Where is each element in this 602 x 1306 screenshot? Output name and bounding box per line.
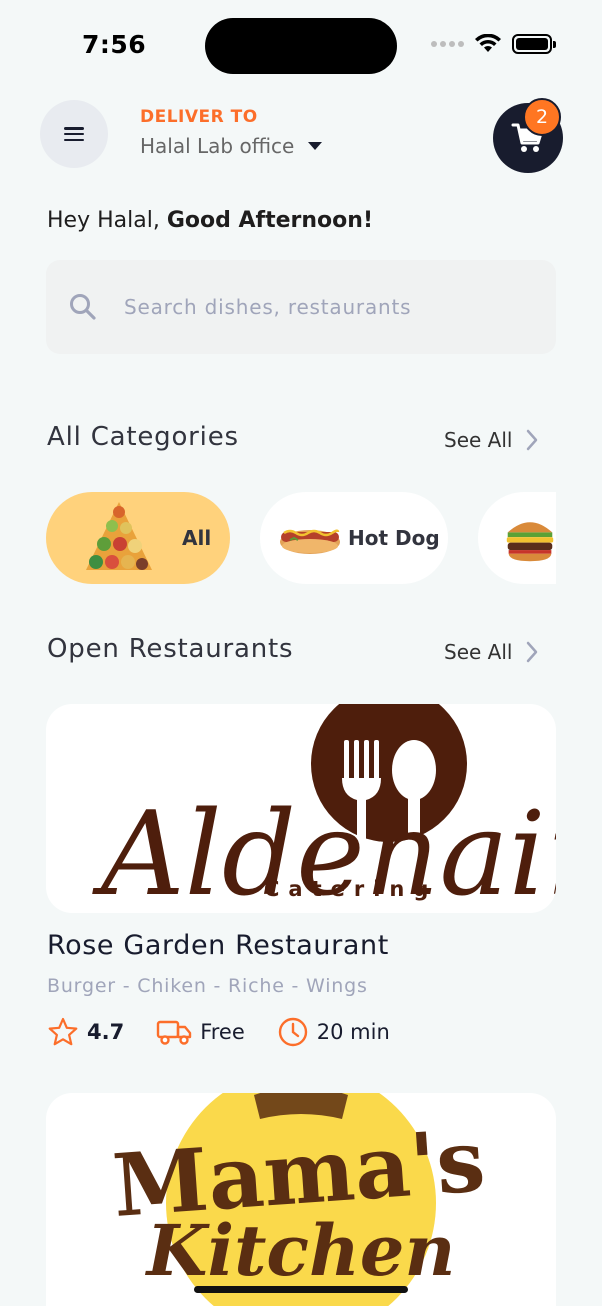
category-all[interactable]: All xyxy=(46,492,230,584)
status-time: 7:56 xyxy=(82,30,147,59)
caret-down-icon xyxy=(308,142,323,150)
chevron-right-icon xyxy=(527,429,538,451)
location-selector[interactable]: Halal Lab office xyxy=(140,134,323,158)
dynamic-island xyxy=(205,18,397,74)
category-hot-dog[interactable]: Hot Dog xyxy=(260,492,448,584)
restaurants-title: Open Restaurants xyxy=(47,634,294,664)
time-value: 20 min xyxy=(316,1020,390,1044)
greeting: Hey Halal, Good Afternoon! xyxy=(47,208,373,233)
rating: 4.7 xyxy=(47,1016,124,1048)
signal-icon xyxy=(431,41,464,47)
restaurant-image-mamas-kitchen[interactable]: Mama's Kitchen xyxy=(46,1093,556,1306)
aldenaire-catering-logo: Aldenaire Catering xyxy=(92,704,556,913)
search-icon xyxy=(70,294,96,320)
rating-value: 4.7 xyxy=(87,1020,125,1044)
greeting-prefix: Hey Halal, xyxy=(47,208,167,233)
logo-subtext: Catering xyxy=(264,877,437,901)
location-text: Halal Lab office xyxy=(140,134,295,158)
categories-title: All Categories xyxy=(47,422,239,452)
status-bar: 7:56 xyxy=(0,0,602,90)
burger-icon xyxy=(506,522,554,562)
search-input[interactable]: Search dishes, restaurants xyxy=(46,260,556,354)
restaurants-see-all-button[interactable]: See All xyxy=(444,640,538,664)
deliver-to-label: DELIVER TO xyxy=(140,107,258,127)
search-placeholder: Search dishes, restaurants xyxy=(124,295,412,319)
restaurant-tags: Burger - Chiken - Riche - Wings xyxy=(47,975,368,997)
logo-subtext: Kitchen xyxy=(145,1209,456,1292)
delivery-truck-icon xyxy=(157,1020,192,1045)
categories-see-all-button[interactable]: See All xyxy=(444,428,538,452)
see-all-label: See All xyxy=(444,428,513,452)
home-indicator[interactable] xyxy=(194,1286,408,1293)
star-icon xyxy=(48,1017,78,1046)
chevron-right-icon xyxy=(527,641,538,663)
hot-dog-icon xyxy=(280,529,340,554)
restaurant-name[interactable]: Rose Garden Restaurant xyxy=(47,930,389,961)
wifi-icon xyxy=(475,34,501,52)
battery-icon xyxy=(512,34,556,54)
cart-count-badge: 2 xyxy=(523,98,561,136)
category-all-label: All xyxy=(182,526,212,550)
restaurant-meta: 4.7 Free 20 min xyxy=(47,1016,422,1048)
restaurant-image-aldenaire[interactable]: Aldenaire Catering xyxy=(46,704,556,913)
category-hot-dog-label: Hot Dog xyxy=(348,526,440,550)
delivery-fee: Free xyxy=(156,1018,245,1046)
delivery-time: 20 min xyxy=(277,1016,390,1048)
see-all-label: See All xyxy=(444,640,513,664)
food-pyramid-icon xyxy=(86,502,152,570)
category-burger[interactable] xyxy=(478,492,556,584)
delivery-value: Free xyxy=(200,1020,245,1044)
menu-button[interactable] xyxy=(40,100,108,168)
clock-icon xyxy=(278,1017,307,1047)
status-icons xyxy=(431,34,556,54)
mamas-kitchen-logo: Mama's Kitchen xyxy=(110,1093,488,1306)
menu-icon xyxy=(64,127,84,141)
greeting-bold: Good Afternoon! xyxy=(166,208,373,233)
